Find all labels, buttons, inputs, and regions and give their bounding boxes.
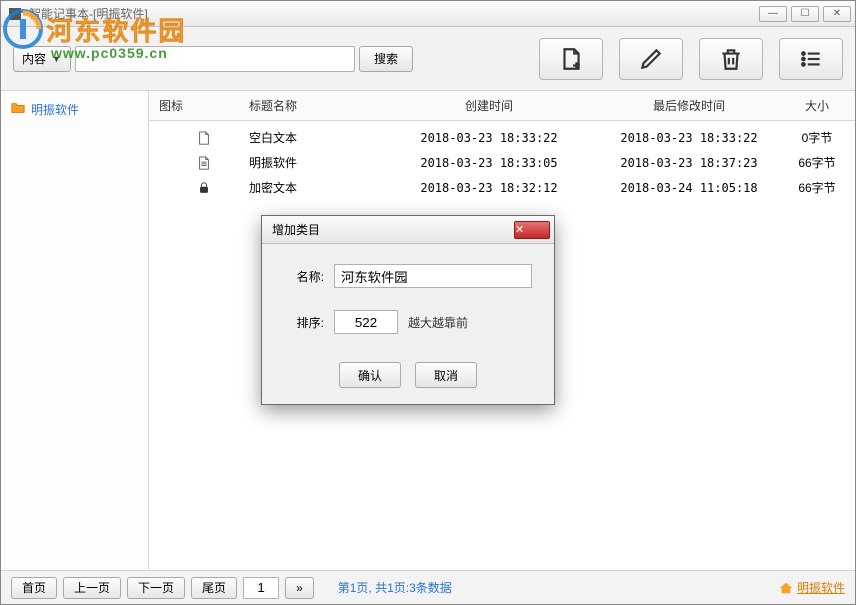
pager-first-button[interactable]: 首页: [11, 577, 57, 599]
col-size: 大小: [789, 97, 845, 114]
pager-status: 第1页, 共1页:3条数据: [338, 579, 452, 596]
row-created: 2018-03-23 18:33:22: [389, 131, 589, 145]
row-title: 明振软件: [249, 154, 389, 171]
col-icon: 图标: [159, 97, 249, 114]
col-title: 标题名称: [249, 97, 389, 114]
order-label: 排序:: [284, 314, 324, 331]
row-created: 2018-03-23 18:32:12: [389, 181, 589, 195]
cancel-button[interactable]: 取消: [415, 362, 477, 388]
name-input[interactable]: [334, 264, 532, 288]
titlebar: 智能记事本-[明振软件] — ☐ ✕: [1, 1, 855, 27]
lock-icon: [159, 181, 249, 195]
folder-icon: [11, 101, 25, 118]
pager-last-button[interactable]: 尾页: [191, 577, 237, 599]
list-button[interactable]: [779, 38, 843, 80]
sidebar-item-label: 明振软件: [31, 101, 79, 118]
add-category-dialog: 增加类目 ✕ 名称: 排序: 越大越靠前 确认 取消: [261, 215, 555, 405]
close-icon: ✕: [515, 223, 549, 236]
home-icon: [779, 581, 793, 595]
delete-button[interactable]: [699, 38, 763, 80]
row-title: 加密文本: [249, 179, 389, 196]
filter-select[interactable]: 内容 ▼: [13, 46, 71, 72]
ok-button[interactable]: 确认: [339, 362, 401, 388]
main-window: 河东软件园 www.pc0359.cn 智能记事本-[明振软件] — ☐ ✕ 内…: [0, 0, 856, 605]
dialog-titlebar[interactable]: 增加类目 ✕: [262, 216, 554, 244]
pager-go-button[interactable]: »: [285, 577, 314, 599]
sidebar-item-root[interactable]: 明振软件: [7, 99, 142, 120]
dialog-close-button[interactable]: ✕: [514, 221, 550, 239]
row-modified: 2018-03-24 11:05:18: [589, 181, 789, 195]
filter-label: 内容: [22, 50, 46, 67]
table-header: 图标 标题名称 创建时间 最后修改时间 大小: [149, 91, 855, 121]
statusbar: 首页 上一页 下一页 尾页 » 第1页, 共1页:3条数据 明振软件: [1, 570, 855, 604]
page-icon: [159, 131, 249, 145]
table-row[interactable]: 加密文本 2018-03-23 18:32:12 2018-03-24 11:0…: [159, 175, 845, 200]
pager-prev-button[interactable]: 上一页: [63, 577, 121, 599]
table-row[interactable]: 明振软件 2018-03-23 18:33:05 2018-03-23 18:3…: [159, 150, 845, 175]
pager-page-input[interactable]: [243, 577, 279, 599]
search-button[interactable]: 搜索: [359, 46, 413, 72]
row-modified: 2018-03-23 18:33:22: [589, 131, 789, 145]
pencil-icon: [638, 46, 664, 72]
chevron-down-icon: ▼: [52, 54, 61, 64]
search-input[interactable]: [75, 46, 355, 72]
footer-link-label: 明振软件: [797, 579, 845, 596]
pager-next-button[interactable]: 下一页: [127, 577, 185, 599]
maximize-button[interactable]: ☐: [791, 6, 819, 22]
row-size: 66字节: [789, 179, 845, 196]
row-title: 空白文本: [249, 129, 389, 146]
table-row[interactable]: 空白文本 2018-03-23 18:33:22 2018-03-23 18:3…: [159, 125, 845, 150]
col-modified: 最后修改时间: [589, 97, 789, 114]
row-created: 2018-03-23 18:33:05: [389, 156, 589, 170]
footer-link[interactable]: 明振软件: [779, 579, 845, 596]
toolbar: 内容 ▼ 搜索: [1, 27, 855, 91]
row-modified: 2018-03-23 18:37:23: [589, 156, 789, 170]
dialog-title: 增加类目: [272, 221, 514, 238]
file-plus-icon: [558, 46, 584, 72]
minimize-button[interactable]: —: [759, 6, 787, 22]
order-hint: 越大越靠前: [408, 314, 468, 331]
row-size: 66字节: [789, 154, 845, 171]
col-created: 创建时间: [389, 97, 589, 114]
trash-icon: [718, 46, 744, 72]
app-icon: [7, 6, 23, 22]
window-title: 智能记事本-[明振软件]: [29, 5, 759, 22]
doc-icon: [159, 156, 249, 170]
row-size: 0字节: [789, 129, 845, 146]
list-icon: [798, 46, 824, 72]
name-label: 名称:: [284, 268, 324, 285]
sidebar: 明振软件: [1, 91, 149, 570]
edit-button[interactable]: [619, 38, 683, 80]
order-input[interactable]: [334, 310, 398, 334]
close-button[interactable]: ✕: [823, 6, 851, 22]
new-button[interactable]: [539, 38, 603, 80]
